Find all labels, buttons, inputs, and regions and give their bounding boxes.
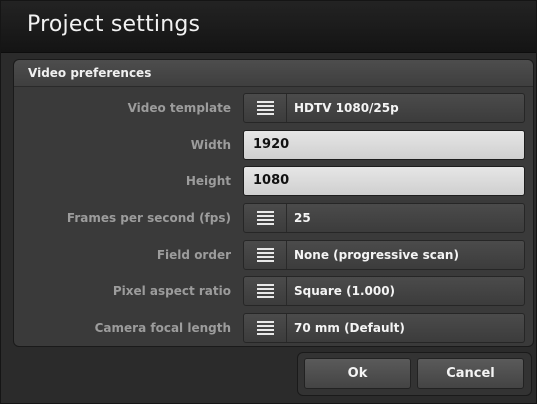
row-field-order: Field order None (progressive scan)	[14, 240, 533, 272]
dropdown-button[interactable]	[244, 204, 287, 232]
fps-dropdown[interactable]: 25	[243, 203, 525, 233]
video-template-value: HDTV 1080/25p	[294, 101, 399, 115]
focal-length-dropdown[interactable]: 70 mm (Default)	[243, 313, 525, 343]
field-order-value: None (progressive scan)	[294, 248, 459, 262]
row-pixel-aspect: Pixel aspect ratio Square (1.000)	[14, 276, 533, 308]
dropdown-button[interactable]	[244, 277, 287, 305]
menu-icon	[256, 101, 274, 115]
fps-value: 25	[294, 211, 311, 225]
row-focal-length: Camera focal length 70 mm (Default)	[14, 313, 533, 345]
field-order-label: Field order	[156, 248, 231, 262]
field-order-dropdown[interactable]: None (progressive scan)	[243, 240, 525, 270]
focal-length-value: 70 mm (Default)	[294, 321, 405, 335]
menu-icon	[256, 321, 274, 335]
height-input[interactable]: 1080	[243, 166, 525, 196]
section-title: Video preferences	[28, 66, 152, 80]
row-height: Height 1080	[14, 166, 533, 198]
pixel-aspect-label: Pixel aspect ratio	[112, 284, 231, 298]
menu-icon	[256, 248, 274, 262]
menu-icon	[256, 284, 274, 298]
row-video-template: Video template HDTV 1080/25p	[14, 93, 533, 125]
window-title: Project settings	[27, 12, 201, 37]
width-label: Width	[190, 138, 231, 152]
row-fps: Frames per second (fps) 25	[14, 203, 533, 235]
ok-button[interactable]: Ok	[304, 358, 411, 389]
video-template-label: Video template	[127, 101, 231, 115]
video-preferences-panel: Video preferences Video template HDTV 10…	[13, 59, 534, 347]
project-settings-dialog: Project settings Video preferences Video…	[0, 0, 537, 404]
dropdown-button[interactable]	[244, 241, 287, 269]
pixel-aspect-dropdown[interactable]: Square (1.000)	[243, 276, 525, 306]
row-width: Width 1920	[14, 130, 533, 162]
height-label: Height	[185, 174, 231, 188]
menu-icon	[256, 211, 274, 225]
fps-label: Frames per second (fps)	[66, 211, 231, 225]
dialog-footer: Ok Cancel	[297, 352, 532, 396]
pixel-aspect-value: Square (1.000)	[294, 284, 396, 298]
panel-header: Video preferences	[14, 60, 533, 87]
title-bar: Project settings	[1, 1, 536, 53]
width-input[interactable]: 1920	[243, 130, 525, 160]
dropdown-button[interactable]	[244, 94, 287, 122]
video-template-dropdown[interactable]: HDTV 1080/25p	[243, 93, 525, 123]
focal-length-label: Camera focal length	[94, 321, 231, 335]
dropdown-button[interactable]	[244, 314, 287, 342]
cancel-button[interactable]: Cancel	[417, 358, 524, 389]
